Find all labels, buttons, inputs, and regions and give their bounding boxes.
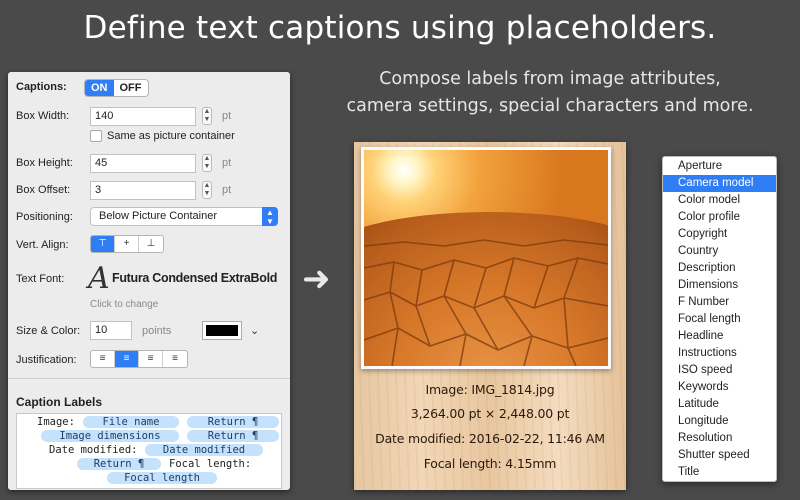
picture-caption-line-1: Image: IMG_1814.jpg (425, 382, 555, 397)
desert-photo (364, 150, 608, 366)
list-item[interactable]: Shutter speed (663, 447, 776, 464)
vert-align-control[interactable]: ⊤ + ⊥ (90, 235, 164, 253)
list-item[interactable]: Resolution (663, 430, 776, 447)
same-as-container-label: Same as picture container (107, 130, 235, 142)
justify-right-icon[interactable]: ≡ (139, 351, 163, 367)
color-swatch[interactable] (202, 321, 242, 340)
chevron-down-icon[interactable]: ⌄ (250, 324, 259, 337)
align-middle-icon[interactable]: + (115, 236, 139, 252)
list-item[interactable]: Country (663, 243, 776, 260)
list-item[interactable]: Instructions (663, 345, 776, 362)
box-height-label: Box Height: (16, 157, 73, 169)
positioning-value: Below Picture Container (99, 210, 218, 222)
caption-text-focal-length: Focal length: (169, 458, 252, 470)
picture-caption-line-2: 3,264.00 pt × 2,448.00 pt (410, 406, 570, 421)
justify-center-icon[interactable]: ≡ (115, 351, 139, 367)
click-to-change-hint: Click to change (90, 299, 159, 310)
subline-line-2: camera settings, special characters and … (346, 96, 754, 116)
captions-label: Captions: (16, 81, 67, 93)
list-item[interactable]: Dimensions (663, 277, 776, 294)
token-date-modified[interactable]: Date modified (145, 444, 263, 456)
panel-divider (8, 378, 290, 379)
token-image-dimensions[interactable]: Image dimensions (41, 430, 179, 442)
list-item[interactable]: F Number (663, 294, 776, 311)
token-return[interactable]: Return ¶ (77, 458, 161, 470)
token-focal-length[interactable]: Focal length (107, 472, 217, 484)
box-width-unit: pt (222, 110, 232, 122)
points-label: points (142, 325, 172, 337)
headline: Define text captions using placeholders. (83, 10, 717, 46)
text-font-label: Text Font: (16, 273, 65, 285)
list-item[interactable]: Color model (663, 192, 776, 209)
box-width-stepper-icon[interactable]: ▲ ▼ (202, 107, 212, 125)
token-return[interactable]: Return ¶ (187, 430, 279, 442)
list-item[interactable]: Copyright (663, 226, 776, 243)
list-item-selected[interactable]: Camera model (663, 175, 776, 192)
box-height-stepper-icon[interactable]: ▲ ▼ (202, 154, 212, 172)
box-offset-stepper-icon[interactable]: ▲ ▼ (202, 181, 212, 199)
caption-labels-title: Caption Labels (16, 395, 103, 409)
right-arrow-icon: ➜ (302, 260, 331, 298)
list-item[interactable]: Headline (663, 328, 776, 345)
list-item[interactable]: Color profile (663, 209, 776, 226)
token-return[interactable]: Return ¶ (187, 416, 279, 428)
box-offset-field[interactable]: 3 (90, 181, 196, 200)
caption-settings-panel: Captions: ON OFF Box Width: 140 ▲ ▼ pt Sa… (8, 72, 290, 490)
box-height-field[interactable]: 45 (90, 154, 196, 173)
positioning-label: Positioning: (16, 211, 73, 223)
list-item[interactable]: ISO speed (663, 362, 776, 379)
positioning-select[interactable]: Below Picture Container ▲ ▼ (90, 207, 278, 226)
box-width-field[interactable]: 140 (90, 107, 196, 126)
align-bottom-icon[interactable]: ⊥ (139, 236, 163, 252)
align-top-icon[interactable]: ⊤ (91, 236, 115, 252)
color-swatch-fill (206, 325, 238, 336)
photo-cracks (364, 239, 608, 366)
toggle-off[interactable]: OFF (114, 80, 148, 96)
justification-control[interactable]: ≡ ≡ ≡ ≡ (90, 350, 188, 368)
toggle-on[interactable]: ON (85, 80, 114, 96)
justify-full-icon[interactable]: ≡ (163, 351, 187, 367)
font-size-field[interactable]: 10 (90, 321, 132, 340)
caption-text-date-modified: Date modified: (49, 444, 138, 456)
box-offset-unit: pt (222, 184, 232, 196)
size-color-label: Size & Color: (16, 325, 81, 337)
placeholder-list[interactable]: Aperture Camera model Color model Color … (662, 156, 777, 482)
list-item[interactable]: Title (663, 464, 776, 481)
token-file-name[interactable]: File name (83, 416, 179, 428)
font-name[interactable]: Futura Condensed ExtraBold (112, 271, 277, 285)
list-item[interactable]: Description (663, 260, 776, 277)
list-item[interactable]: Latitude (663, 396, 776, 413)
subline-line-1: Compose labels from image attributes, (379, 69, 721, 89)
box-height-unit: pt (222, 157, 232, 169)
photo-frame (361, 147, 611, 369)
justify-left-icon[interactable]: ≡ (91, 351, 115, 367)
subline: Compose labels from image attributes, ca… (330, 66, 770, 120)
justification-label: Justification: (16, 354, 77, 366)
caption-text-image: Image: (37, 416, 75, 428)
list-item[interactable]: Longitude (663, 413, 776, 430)
box-offset-label: Box Offset: (16, 184, 71, 196)
picture-caption-line-3: Date modified: 2016-02-22, 11:46 AM (375, 431, 605, 446)
picture-caption-line-4: Focal length: 4.15mm (423, 456, 557, 471)
font-preview-icon[interactable]: A (88, 264, 110, 294)
list-item[interactable]: Keywords (663, 379, 776, 396)
vert-align-label: Vert. Align: (16, 239, 69, 251)
captions-toggle[interactable]: ON OFF (84, 79, 149, 97)
box-width-label: Box Width: (16, 110, 70, 122)
caption-labels-editor[interactable]: Image: File name Return ¶ Image dimensio… (16, 413, 282, 489)
same-as-container-checkbox[interactable] (90, 130, 102, 142)
list-item[interactable]: Focal length (663, 311, 776, 328)
updown-chevron-icon: ▲ ▼ (262, 207, 278, 226)
list-item[interactable]: Aperture (663, 158, 776, 175)
